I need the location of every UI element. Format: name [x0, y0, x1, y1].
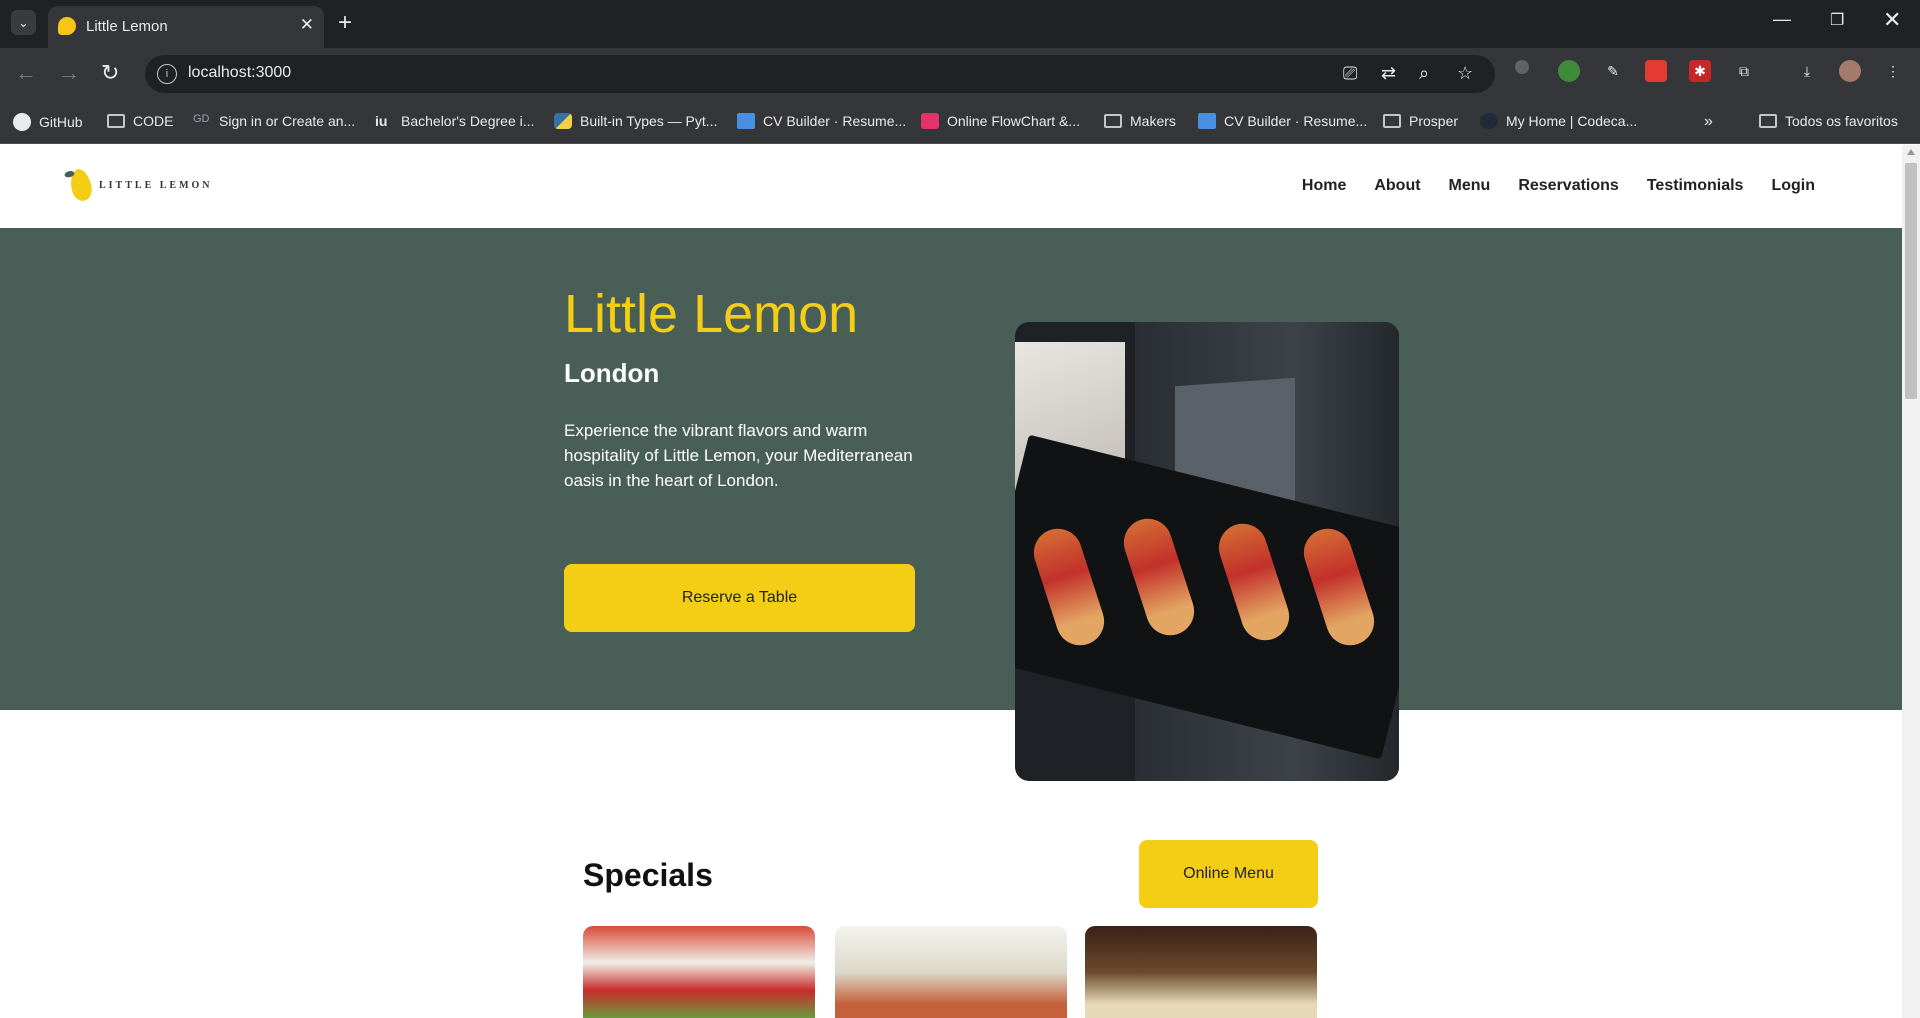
site-logo[interactable]: LITTLE LEMON	[63, 167, 213, 203]
iu-icon: iu	[375, 113, 388, 129]
hero-description: Experience the vibrant flavors and warm …	[564, 421, 913, 490]
github-icon	[13, 113, 31, 131]
hero-subtitle: London	[564, 358, 660, 388]
reserve-table-button[interactable]: Reserve a Table	[564, 564, 915, 632]
puzzle-extensions-icon[interactable]: ⧉	[1733, 60, 1755, 82]
lemon-logo-icon	[63, 167, 95, 203]
bookmark-label: Prosper	[1409, 113, 1459, 129]
folder-icon	[107, 114, 125, 128]
bookmark-label: Online FlowChart &...	[947, 113, 1081, 129]
bookmark-item[interactable]: Prosper	[1383, 113, 1458, 129]
python-icon	[554, 113, 572, 129]
bookmark-item[interactable]: Built-in Types — Pyt...	[554, 113, 717, 129]
special-card-image[interactable]	[835, 926, 1067, 1018]
bookmark-star-icon[interactable]: ☆	[1457, 63, 1473, 84]
site-info-icon[interactable]: i	[157, 64, 177, 84]
restore-icon[interactable]: ❐	[1830, 10, 1844, 30]
new-tab-icon[interactable]: +	[338, 9, 352, 37]
all-bookmarks[interactable]: Todos os favoritos	[1759, 113, 1898, 129]
codecademy-icon	[1480, 113, 1498, 129]
browser-tab[interactable]: Little Lemon ✕	[48, 6, 324, 48]
translate-icon[interactable]: ⇄	[1381, 63, 1396, 84]
browser-toolbar: ← → ↻ i localhost:3000 ⎚ ⇄ ⌕ ☆ ✎ ✱ ⧉ ⤓ ⋮	[0, 48, 1920, 100]
eyedropper-icon[interactable]: ✎	[1602, 60, 1624, 82]
bookmark-label: GitHub	[39, 114, 83, 130]
bookmark-label: Built-in Types — Pyt...	[580, 113, 718, 129]
bookmark-label: Sign in or Create an...	[219, 113, 356, 129]
bookmark-label: CV Builder · Resume...	[763, 113, 907, 129]
all-bookmarks-label: Todos os favoritos	[1785, 113, 1898, 129]
nav-link-about[interactable]: About	[1374, 177, 1420, 195]
tab-search-icon[interactable]: ⌄	[11, 10, 36, 35]
special-card-image[interactable]	[583, 926, 815, 1018]
lemon-favicon-icon	[58, 17, 76, 35]
extension-dot-icon[interactable]	[1515, 60, 1529, 74]
bookmark-item[interactable]: CV Builder · Resume...	[1198, 113, 1367, 129]
scroll-up-arrow-icon[interactable]	[1907, 149, 1915, 155]
url-text[interactable]: localhost:3000	[188, 64, 291, 82]
nav-link-reservations[interactable]: Reservations	[1518, 177, 1619, 195]
bookmark-label: CODE	[133, 113, 174, 129]
settings-extension-icon[interactable]: ✱	[1689, 60, 1711, 82]
tab-close-icon[interactable]: ✕	[300, 15, 314, 35]
main-nav: Home About Menu Reservations Testimonial…	[1302, 177, 1815, 195]
special-card-image[interactable]	[1085, 926, 1317, 1018]
nav-link-testimonials[interactable]: Testimonials	[1647, 177, 1744, 195]
address-bar[interactable]: i localhost:3000 ⎚ ⇄ ⌕ ☆	[145, 55, 1495, 93]
link-icon: GD	[193, 113, 210, 125]
bookmark-label: My Home | Codeca...	[1506, 113, 1638, 129]
bookmark-label: Bachelor's Degree i...	[401, 113, 535, 129]
logo-text: LITTLE LEMON	[99, 179, 213, 191]
scrollbar-thumb[interactable]	[1905, 163, 1917, 399]
nav-link-home[interactable]: Home	[1302, 177, 1346, 195]
bookmark-label: Makers	[1130, 113, 1176, 129]
tree-extension-icon[interactable]	[1558, 60, 1580, 82]
folder-icon	[1759, 114, 1777, 128]
flowchart-icon	[921, 113, 939, 129]
minimize-icon[interactable]: —	[1773, 9, 1791, 30]
hero-food-image	[1015, 322, 1399, 781]
bookmark-item[interactable]: Online FlowChart &...	[921, 113, 1080, 129]
bookmarks-bar: GitHub CODE GD Sign in or Create an... iu…	[0, 100, 1920, 144]
red-extension-icon[interactable]	[1645, 60, 1667, 82]
download-icon[interactable]: ⤓	[1796, 60, 1818, 82]
profile-avatar[interactable]	[1839, 60, 1861, 82]
tab-title: Little Lemon	[86, 18, 168, 35]
page-scrollbar[interactable]	[1902, 145, 1920, 1018]
bookmark-item[interactable]: CODE	[107, 113, 173, 129]
bookmark-item[interactable]: GitHub	[13, 113, 83, 131]
bookmark-item[interactable]: Makers	[1104, 113, 1176, 129]
site-header: LITTLE LEMON Home About Menu Reservation…	[0, 145, 1902, 228]
bookmark-item[interactable]: GD Sign in or Create an...	[193, 113, 355, 129]
bookmark-item[interactable]: CV Builder · Resume...	[737, 113, 906, 129]
window-close-icon[interactable]: ✕	[1883, 7, 1901, 33]
hero-section: Little Lemon London Experience the vibra…	[0, 228, 1902, 710]
more-menu-icon[interactable]: ⋮	[1882, 60, 1904, 82]
bookmark-label: CV Builder · Resume...	[1224, 113, 1368, 129]
more-bookmarks-icon[interactable]: »	[1704, 113, 1713, 131]
hero-title: Little Lemon	[564, 284, 859, 344]
back-arrow-icon[interactable]: ←	[15, 60, 37, 86]
online-menu-button[interactable]: Online Menu	[1139, 840, 1318, 908]
bookmark-item[interactable]: iu Bachelor's Degree i...	[375, 113, 534, 129]
page-viewport: LITTLE LEMON Home About Menu Reservation…	[0, 145, 1902, 1018]
folder-icon	[1383, 114, 1401, 128]
browser-tab-bar: ⌄ Little Lemon ✕ + — ❐ ✕	[0, 0, 1920, 48]
reload-icon[interactable]: ↻	[101, 60, 119, 86]
zoom-icon[interactable]: ⌕	[1419, 63, 1429, 84]
bookmark-item[interactable]: My Home | Codeca...	[1480, 113, 1637, 129]
nav-link-menu[interactable]: Menu	[1449, 177, 1491, 195]
folder-icon	[1104, 114, 1122, 128]
forward-arrow-icon[interactable]: →	[58, 60, 80, 86]
nav-link-login[interactable]: Login	[1771, 177, 1815, 195]
specials-title: Specials	[583, 857, 713, 893]
cv-icon	[1198, 113, 1216, 129]
install-app-icon[interactable]: ⎚	[1343, 63, 1357, 84]
cv-icon	[737, 113, 755, 129]
